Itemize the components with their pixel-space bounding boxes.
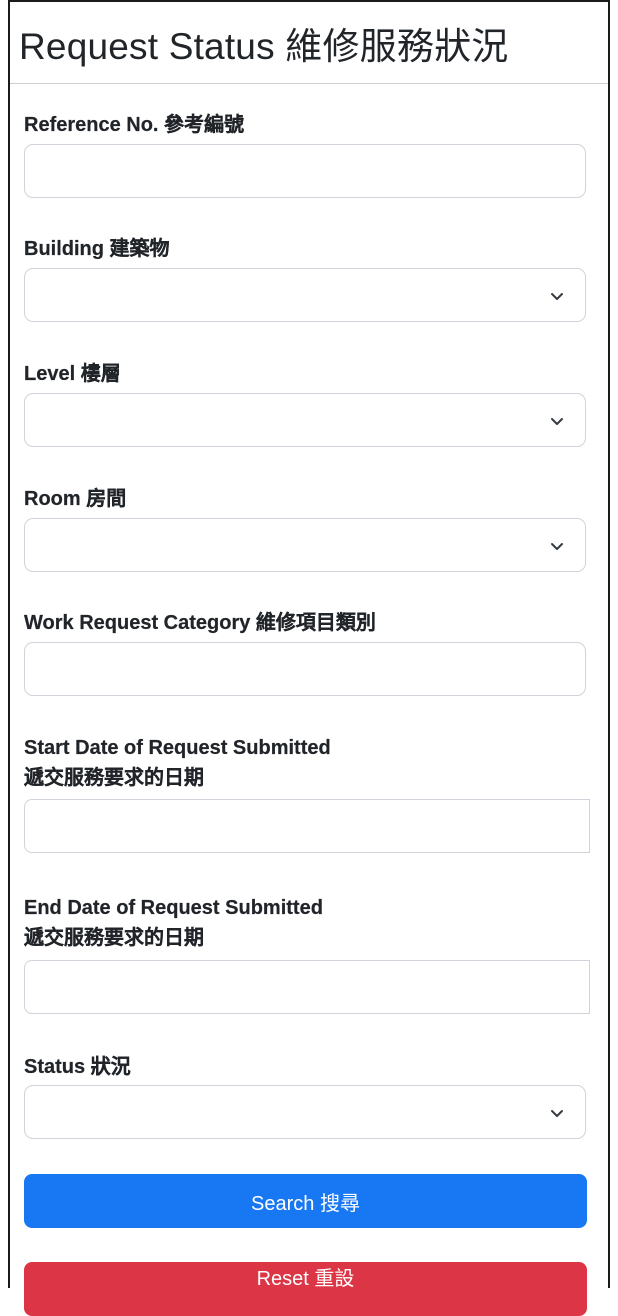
room-label: Room 房間 xyxy=(24,488,127,510)
page-header: Request Status 維修服務狀況 xyxy=(10,2,608,84)
building-select[interactable] xyxy=(24,268,586,322)
end-date-field-group: End Date of Request Submitted 遞交服務要求的日期 xyxy=(24,893,590,1014)
page-title: Request Status 維修服務狀況 xyxy=(19,25,509,67)
level-label: Level 樓層 xyxy=(24,363,121,385)
room-select[interactable] xyxy=(24,518,586,572)
reference-input[interactable] xyxy=(24,144,586,198)
building-label: Building 建築物 xyxy=(24,238,170,260)
end-date-label-en: End Date of Request Submitted xyxy=(24,897,323,919)
building-field-group: Building 建築物 xyxy=(24,234,588,322)
reference-field-group: Reference No. 參考編號 xyxy=(24,110,588,198)
search-button-label: Search 搜尋 xyxy=(251,1192,360,1215)
start-date-input[interactable] xyxy=(24,799,590,853)
reset-button[interactable]: Reset 重設 xyxy=(24,1262,587,1316)
start-date-field-group: Start Date of Request Submitted 遞交服務要求的日… xyxy=(24,733,590,853)
end-date-input[interactable] xyxy=(24,960,590,1014)
level-field-group: Level 樓層 xyxy=(24,359,588,447)
room-field-group: Room 房間 xyxy=(24,484,588,572)
reference-label: Reference No. 參考編號 xyxy=(24,114,245,136)
chevron-down-icon xyxy=(551,293,563,300)
category-input[interactable] xyxy=(24,642,586,696)
level-select[interactable] xyxy=(24,393,586,447)
category-label: Work Request Category 維修項目類別 xyxy=(24,612,376,634)
end-date-label-zh: 遞交服務要求的日期 xyxy=(24,927,204,949)
chevron-down-icon xyxy=(551,418,563,425)
start-date-label-zh: 遞交服務要求的日期 xyxy=(24,767,204,789)
chevron-down-icon xyxy=(551,1110,563,1117)
reset-button-label: Reset 重設 xyxy=(256,1267,355,1290)
start-date-label-en: Start Date of Request Submitted xyxy=(24,737,331,759)
category-field-group: Work Request Category 維修項目類別 xyxy=(24,608,588,696)
search-button[interactable]: Search 搜尋 xyxy=(24,1174,587,1228)
status-field-group: Status 狀況 xyxy=(24,1052,588,1139)
status-select[interactable] xyxy=(24,1085,586,1139)
status-label: Status 狀況 xyxy=(24,1056,131,1078)
chevron-down-icon xyxy=(551,543,563,550)
